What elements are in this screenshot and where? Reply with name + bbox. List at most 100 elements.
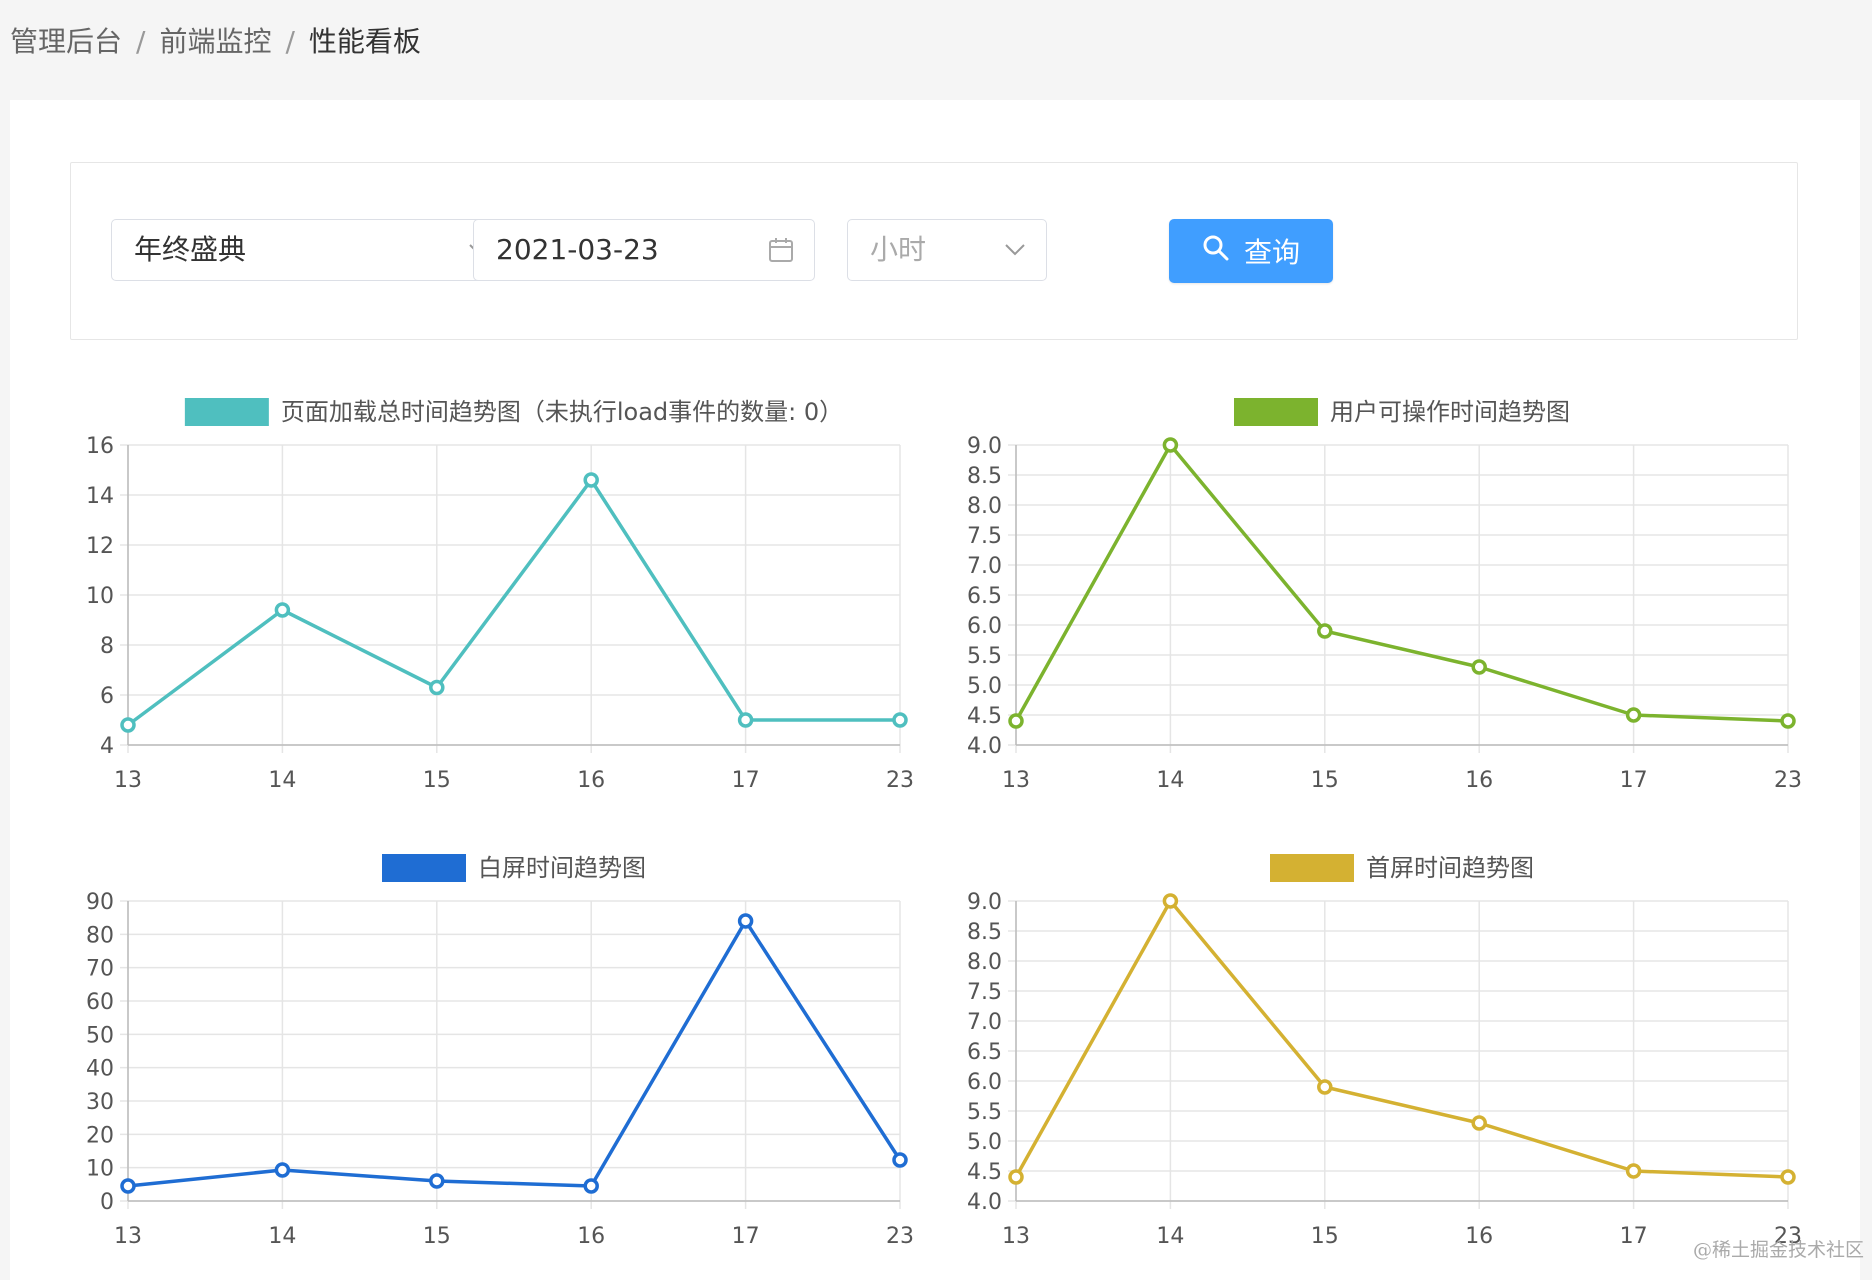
chart-legend[interactable]: 用户可操作时间趋势图 bbox=[1234, 398, 1570, 426]
data-point[interactable] bbox=[274, 1162, 291, 1178]
x-tick-label: 17 bbox=[732, 1224, 760, 1249]
y-tick-label: 10 bbox=[86, 584, 114, 609]
x-tick-label: 17 bbox=[732, 768, 760, 793]
x-tick-label: 16 bbox=[577, 768, 605, 793]
x-tick-label: 16 bbox=[577, 1224, 605, 1249]
y-tick-label: 8.5 bbox=[967, 464, 1002, 489]
data-point[interactable] bbox=[1625, 1163, 1642, 1179]
x-tick-label: 14 bbox=[1156, 1224, 1184, 1249]
y-tick-label: 5.5 bbox=[967, 644, 1002, 669]
chart-legend[interactable]: 页面加载总时间趋势图（未执行load事件的数量: 0） bbox=[184, 398, 843, 426]
breadcrumb-separator: / bbox=[136, 25, 146, 58]
x-tick-label: 14 bbox=[268, 768, 296, 793]
x-tick-label: 13 bbox=[1002, 1224, 1030, 1249]
watermark: @稀土掘金技术社区 bbox=[1692, 1239, 1864, 1261]
y-tick-label: 30 bbox=[86, 1090, 114, 1115]
x-tick-label: 15 bbox=[1311, 1224, 1339, 1249]
x-tick-label: 23 bbox=[886, 768, 914, 793]
x-tick-label: 17 bbox=[1620, 768, 1648, 793]
breadcrumb-separator: / bbox=[285, 25, 295, 58]
y-tick-label: 7.5 bbox=[967, 524, 1002, 549]
y-tick-label: 8.5 bbox=[967, 920, 1002, 945]
chart-svg: 用户可操作时间趋势图 9.0 8.5 8.0 7.5 7.0 6.5 6.0 5.5 5.0 4.5… bbox=[967, 398, 1802, 793]
legend-swatch bbox=[184, 398, 269, 426]
x-tick-label: 15 bbox=[423, 1224, 451, 1249]
data-point[interactable] bbox=[1625, 707, 1642, 723]
data-point[interactable] bbox=[1780, 713, 1796, 729]
y-tick-label: 50 bbox=[86, 1023, 114, 1048]
data-point[interactable] bbox=[429, 1173, 445, 1189]
data-point[interactable] bbox=[583, 1178, 599, 1194]
series-line bbox=[1014, 443, 1789, 723]
chart-legend[interactable]: 首屏时间趋势图 bbox=[1270, 854, 1534, 882]
breadcrumb-item-admin[interactable]: 管理后台 bbox=[10, 25, 122, 58]
y-tick-label: 16 bbox=[86, 434, 114, 459]
y-tick-label: 8 bbox=[100, 634, 114, 659]
filter-bar: 年终盛典 2021-03-23 小时 查询 bbox=[70, 162, 1798, 340]
data-point[interactable] bbox=[1008, 1169, 1024, 1185]
y-tick-label: 70 bbox=[86, 957, 114, 982]
data-point[interactable] bbox=[892, 1152, 908, 1168]
x-tick-label: 23 bbox=[1774, 768, 1802, 793]
series-line bbox=[127, 919, 902, 1188]
y-tick-label: 7.0 bbox=[967, 554, 1002, 579]
breadcrumb: 管理后台 / 前端监控 / 性能看板 bbox=[10, 20, 421, 60]
chart-first-screen-time: 首屏时间趋势图 9.0 8.5 8.0 7.5 7.0 6.5 6.0 5.5 5.0 4.5 4.0… bbox=[948, 848, 1808, 1268]
y-tick-label: 6.5 bbox=[967, 1040, 1002, 1065]
y-tick-label: 40 bbox=[86, 1057, 114, 1082]
data-point[interactable] bbox=[737, 913, 754, 929]
y-tick-label: 9.0 bbox=[967, 890, 1002, 915]
chart-interactive-time: 用户可操作时间趋势图 9.0 8.5 8.0 7.5 7.0 6.5 6.0 5.5 5.0 4.5… bbox=[948, 392, 1808, 812]
calendar-icon bbox=[768, 220, 794, 280]
x-tick-label: 13 bbox=[1002, 768, 1030, 793]
data-point[interactable] bbox=[1780, 1169, 1796, 1185]
breadcrumb-item-monitor[interactable]: 前端监控 bbox=[159, 25, 271, 58]
x-tick-label: 16 bbox=[1465, 768, 1493, 793]
data-point[interactable] bbox=[1471, 659, 1487, 675]
date-picker-value: 2021-03-23 bbox=[496, 233, 659, 266]
series-line bbox=[1014, 899, 1789, 1179]
query-button[interactable]: 查询 bbox=[1169, 219, 1333, 283]
y-tick-label: 5.0 bbox=[967, 674, 1002, 699]
legend-swatch bbox=[1270, 854, 1354, 882]
data-point[interactable] bbox=[120, 717, 136, 733]
data-point[interactable] bbox=[1317, 623, 1333, 639]
chart-legend[interactable]: 白屏时间趋势图 bbox=[382, 854, 646, 882]
data-point[interactable] bbox=[892, 712, 908, 728]
data-point[interactable] bbox=[737, 712, 754, 728]
chart-svg: 白屏时间趋势图 90 80 70 60 50 40 30 20 10 013 14 15 16 17 23 bbox=[86, 854, 914, 1249]
date-picker[interactable]: 2021-03-23 bbox=[473, 219, 815, 281]
data-point[interactable] bbox=[1471, 1115, 1487, 1131]
x-tick-label: 15 bbox=[1311, 768, 1339, 793]
data-point[interactable] bbox=[1317, 1079, 1333, 1095]
series-line bbox=[126, 478, 900, 727]
data-point[interactable] bbox=[429, 679, 445, 696]
y-tick-label: 7.5 bbox=[967, 980, 1002, 1005]
legend-label: 白屏时间趋势图 bbox=[478, 854, 646, 882]
y-tick-label: 9.0 bbox=[967, 434, 1002, 459]
data-point[interactable] bbox=[583, 472, 599, 488]
project-select[interactable]: 年终盛典 bbox=[111, 219, 511, 281]
chart-svg: 首屏时间趋势图 9.0 8.5 8.0 7.5 7.0 6.5 6.0 5.5 5.0 4.5 4.0… bbox=[967, 854, 1802, 1249]
x-tick-label: 16 bbox=[1465, 1224, 1493, 1249]
data-point[interactable] bbox=[120, 1178, 136, 1194]
x-tick-label: 14 bbox=[268, 1224, 296, 1249]
y-tick-label: 4 bbox=[100, 734, 114, 759]
y-tick-label: 12 bbox=[86, 534, 114, 559]
chart-white-screen-time: 白屏时间趋势图 90 80 70 60 50 40 30 20 10 0 13 14 15 16 17 23 bbox=[60, 848, 920, 1268]
y-tick-label: 10 bbox=[86, 1157, 114, 1182]
y-tick-label: 4.0 bbox=[967, 1190, 1002, 1215]
time-unit-placeholder: 小时 bbox=[870, 233, 927, 266]
y-tick-label: 6.0 bbox=[967, 1070, 1002, 1095]
x-tick-label: 13 bbox=[114, 768, 142, 793]
data-point[interactable] bbox=[274, 602, 291, 618]
data-point[interactable] bbox=[1162, 893, 1179, 909]
project-select-value: 年终盛典 bbox=[134, 233, 247, 266]
time-unit-select[interactable]: 小时 bbox=[847, 219, 1047, 281]
y-tick-label: 60 bbox=[86, 990, 114, 1015]
x-tick-label: 17 bbox=[1620, 1224, 1648, 1249]
legend-label: 用户可操作时间趋势图 bbox=[1330, 398, 1570, 426]
data-point[interactable] bbox=[1008, 713, 1024, 729]
y-tick-label: 80 bbox=[86, 923, 114, 948]
data-point[interactable] bbox=[1162, 437, 1179, 453]
